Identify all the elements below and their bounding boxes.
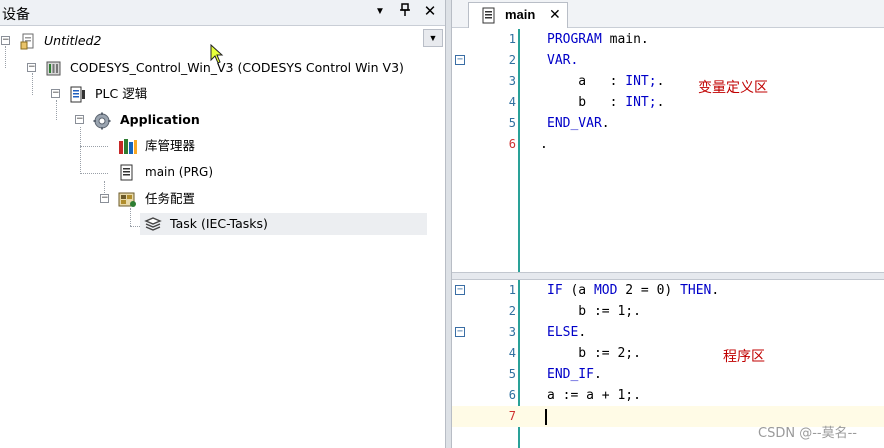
- text-cursor: [545, 409, 547, 425]
- code-text: b := 2;.: [547, 346, 641, 361]
- code-text: b : INT;.: [547, 95, 665, 110]
- tree-item-label: CODESYS_Control_Win_V3 (CODESYS Control …: [70, 60, 404, 75]
- pin-icon[interactable]: [396, 3, 414, 21]
- declaration-annotation: 变量定义区: [698, 80, 768, 96]
- library-manager-icon: [118, 138, 137, 155]
- code-text: b := 1;.: [547, 304, 641, 319]
- tree-connector: [130, 208, 131, 226]
- collapse-icon[interactable]: −: [51, 89, 60, 98]
- tree-dropdown-button[interactable]: ▼: [423, 29, 443, 47]
- code-line[interactable]: 5 END_IF.: [452, 364, 884, 385]
- tree-item-label: Task (IEC-Tasks): [170, 216, 268, 231]
- line-number: 7: [508, 409, 516, 423]
- collapse-icon[interactable]: −: [100, 194, 109, 203]
- application-gear-icon: [93, 112, 111, 130]
- line-number: 3: [508, 325, 516, 339]
- tree-item-task[interactable]: Task (IEC-Tasks): [140, 213, 427, 235]
- line-number: 1: [508, 283, 516, 297]
- collapse-icon[interactable]: −: [27, 63, 36, 72]
- code-line[interactable]: 3 a : INT;.: [452, 71, 884, 92]
- panel-splitter[interactable]: [445, 0, 452, 448]
- tree-item-application[interactable]: − Application: [0, 109, 420, 131]
- collapse-icon[interactable]: −: [75, 115, 84, 124]
- tree-item-label: 库管理器: [145, 138, 196, 153]
- tree-item-label: PLC 逻辑: [95, 86, 148, 101]
- close-icon[interactable]: ✕: [421, 3, 439, 21]
- line-number: 4: [508, 346, 516, 360]
- tree-item-label: Untitled2: [44, 33, 102, 48]
- code-line[interactable]: 5 END_VAR.: [452, 113, 884, 134]
- line-number: 4: [508, 95, 516, 109]
- pou-document-icon: [481, 7, 497, 27]
- tree-item-task-config[interactable]: − 任务配置: [0, 188, 420, 210]
- code-text: IF (a MOD 2 = 0) THEN.: [547, 283, 720, 298]
- declaration-editor[interactable]: 1 PROGRAM main. − 2 VAR. 3 a : INT;. 4 b…: [452, 29, 884, 272]
- devices-panel: 设备 ▼ ✕ ▼ − Untitled2 − CODESYS_Control_W…: [0, 0, 445, 448]
- line-number: 6: [508, 388, 516, 402]
- code-line[interactable]: − 1 IF (a MOD 2 = 0) THEN.: [452, 280, 884, 301]
- tab-main-label: main: [505, 7, 536, 22]
- tree-item-label: 任务配置: [145, 191, 196, 206]
- tree-item-label: Application: [120, 112, 200, 127]
- devices-panel-header: 设备 ▼ ✕: [0, 0, 445, 26]
- code-text: END_IF.: [547, 367, 602, 382]
- tree-item-label: main (PRG): [145, 165, 214, 179]
- code-text: VAR.: [547, 53, 579, 68]
- line-number: 1: [508, 32, 516, 46]
- tree-item-library-manager[interactable]: 库管理器: [0, 135, 420, 157]
- code-line[interactable]: 2 b := 1;.: [452, 301, 884, 322]
- code-text: .: [540, 137, 548, 152]
- implementation-annotation: 程序区: [723, 349, 765, 365]
- code-line[interactable]: 6 a := a + 1;.: [452, 385, 884, 406]
- code-line[interactable]: − 3 ELSE.: [452, 322, 884, 343]
- line-number: 5: [508, 116, 516, 130]
- line-number: 3: [508, 74, 516, 88]
- task-config-icon: [118, 191, 136, 208]
- code-line[interactable]: − 2 VAR.: [452, 50, 884, 71]
- line-number: 2: [508, 53, 516, 67]
- code-line[interactable]: 6 .: [452, 134, 884, 155]
- mouse-pointer-icon: [210, 44, 224, 64]
- chevron-down-icon[interactable]: ▼: [371, 3, 389, 21]
- line-number: 6: [508, 137, 516, 151]
- line-number: 5: [508, 367, 516, 381]
- code-text: PROGRAM main.: [547, 32, 649, 47]
- collapse-icon[interactable]: −: [1, 36, 10, 45]
- fold-toggle-icon[interactable]: −: [455, 285, 465, 295]
- devices-panel-title: 设备: [2, 7, 30, 23]
- tree-item-plc-logic[interactable]: − PLC 逻辑: [0, 83, 420, 105]
- code-line[interactable]: 4 b := 2;.: [452, 343, 884, 364]
- tree-item-main-prg[interactable]: main (PRG): [0, 161, 420, 183]
- code-line[interactable]: 1 PROGRAM main.: [452, 29, 884, 50]
- task-icon: [144, 216, 162, 233]
- plc-device-icon: [45, 60, 62, 77]
- code-text: ELSE.: [547, 325, 587, 340]
- code-text: a : INT;.: [547, 74, 665, 89]
- pane-splitter[interactable]: [452, 272, 884, 280]
- project-icon: [20, 33, 37, 50]
- code-text: a := a + 1;.: [547, 388, 641, 403]
- plc-logic-icon: [69, 86, 86, 103]
- close-tab-icon[interactable]: ✕: [549, 6, 561, 23]
- code-text: END_VAR.: [547, 116, 610, 131]
- fold-toggle-icon[interactable]: −: [455, 327, 465, 337]
- tab-main[interactable]: main ✕: [468, 2, 568, 28]
- program-icon: [118, 164, 135, 181]
- editor-panel: main ✕ 1 PROGRAM main. − 2 VAR. 3 a : IN…: [452, 0, 884, 448]
- line-number: 2: [508, 304, 516, 318]
- watermark: CSDN @--莫名--: [758, 426, 857, 441]
- code-line[interactable]: 4 b : INT;.: [452, 92, 884, 113]
- fold-toggle-icon[interactable]: −: [455, 55, 465, 65]
- editor-tab-strip: main ✕: [452, 0, 884, 28]
